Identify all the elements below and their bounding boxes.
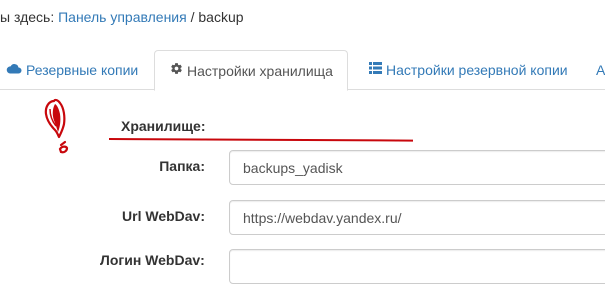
webdav-url-label: Url WebDav:	[122, 208, 205, 224]
tab-backups[interactable]: Резервные копии	[6, 50, 138, 89]
webdav-login-input[interactable]	[229, 249, 605, 284]
breadcrumb-separator: /	[190, 9, 195, 25]
breadcrumb-current: backup	[198, 9, 244, 25]
breadcrumb-link-dashboard[interactable]: Панель управления	[58, 9, 187, 25]
folder-label: Папка:	[159, 158, 205, 174]
tab-backup-settings-label: Настройки резервной копии	[386, 62, 568, 78]
cloud-icon	[6, 49, 22, 89]
section-title-storage: Хранилище:	[121, 118, 206, 134]
tab-backups-label: Резервные копии	[26, 62, 139, 78]
annotation-scribble	[44, 98, 69, 154]
breadcrumb: ы здесь: Панель управления / backup	[0, 9, 244, 25]
breadcrumb-prefix: ы здесь:	[0, 9, 55, 25]
webdav-url-input[interactable]	[229, 200, 605, 235]
tab-storage-settings[interactable]: Настройки хранилища	[154, 50, 348, 91]
annotation-underline	[108, 138, 414, 142]
tab-backup-settings[interactable]: Настройки резервной копии	[369, 50, 568, 89]
webdav-login-label: Логин WebDav:	[100, 252, 205, 268]
tab-overflow-partial[interactable]: А	[596, 50, 605, 89]
folder-input[interactable]	[229, 150, 605, 185]
tab-storage-settings-label: Настройки хранилища	[187, 63, 333, 79]
list-icon	[369, 49, 382, 89]
gear-icon	[170, 50, 183, 90]
